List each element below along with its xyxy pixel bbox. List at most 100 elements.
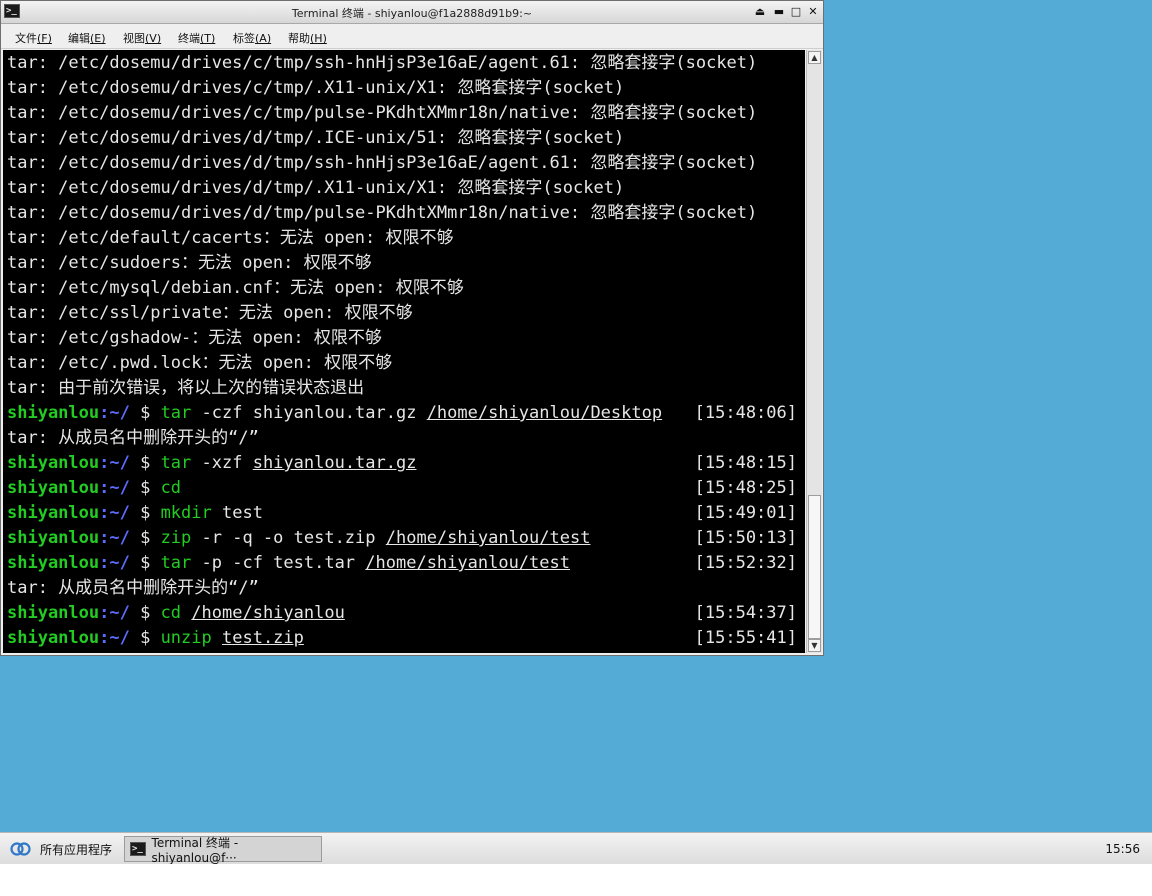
menu-label: 文件 <box>15 32 37 45</box>
command-name: zip <box>160 528 192 548</box>
command-path-arg: shiyanlou.tar.gz <box>252 453 417 473</box>
terminal-output-line: tar: /etc/default/cacerts：无法 open: 权限不够 <box>7 228 454 248</box>
command-timestamp: [15:54:37] <box>694 603 797 623</box>
command-path-arg: /home/shiyanlou/test <box>385 528 591 548</box>
command-path-arg: /home/shiyanlou/test <box>365 553 570 573</box>
prompt-user: shiyanlou <box>7 528 100 548</box>
command-path-arg: /home/shiyanlou/Desktop <box>426 403 663 423</box>
menu-item-3[interactable]: 终端(T) <box>178 30 215 46</box>
terminal-output-line: tar: 从成员名中删除开头的“/” <box>7 428 259 448</box>
menu-label: 终端 <box>178 32 200 45</box>
command-path-arg: test.zip <box>222 628 304 648</box>
maximize-icon[interactable]: □ <box>789 5 803 19</box>
command-name: tar <box>160 553 192 573</box>
prompt-path: :~/ <box>99 453 130 473</box>
command-args <box>212 628 222 648</box>
command-name: tar <box>160 453 192 473</box>
prompt-user: shiyanlou <box>7 478 100 498</box>
prompt-path: :~/ <box>99 603 130 623</box>
scroll-up-arrow-icon[interactable]: ▲ <box>808 51 821 64</box>
terminal-output-line: tar: /etc/dosemu/drives/d/tmp/pulse-PKdh… <box>7 203 758 223</box>
prompt-symbol: $ <box>129 628 161 648</box>
command-timestamp: [15:55:41] <box>694 628 797 648</box>
menu-item-0[interactable]: 文件(F) <box>15 30 52 46</box>
command-timestamp: [15:48:25] <box>694 478 797 498</box>
command-timestamp: [15:50:13] <box>694 528 797 548</box>
prompt-path: :~/ <box>99 628 130 648</box>
command-timestamp: [15:52:32] <box>694 553 797 573</box>
terminal-command-line: shiyanlou:~/ $ tar -czf shiyanlou.tar.gz… <box>7 401 662 426</box>
shade-icon[interactable]: ⏏ <box>753 5 767 19</box>
terminal-output-line: tar: 由于前次错误，将以上次的错误状态退出 <box>7 378 365 398</box>
command-args: test <box>211 503 263 523</box>
command-name: unzip <box>160 628 212 648</box>
terminal-scrollbar[interactable]: ▲ ▼ <box>806 50 822 653</box>
command-name: cd <box>160 478 182 498</box>
command-args: -czf shiyanlou.tar.gz <box>191 403 427 423</box>
command-args: -p -cf test.tar <box>191 553 366 573</box>
prompt-symbol: $ <box>129 503 161 523</box>
command-name: mkdir <box>160 503 212 523</box>
command-args <box>181 603 191 623</box>
menu-accelerator: (H) <box>310 32 327 45</box>
menu-label: 帮助 <box>288 32 310 45</box>
menu-item-4[interactable]: 标签(A) <box>233 30 271 46</box>
window-titlebar[interactable]: >_ Terminal 终端 - shiyanlou@f1a2888d91b9:… <box>1 1 823 24</box>
prompt-path: :~/ <box>99 503 130 523</box>
terminal-command-line: shiyanlou:~/ $ tar -xzf shiyanlou.tar.gz <box>7 451 416 476</box>
terminal-output-line: tar: /etc/.pwd.lock：无法 open: 权限不够 <box>7 353 393 373</box>
taskbar-terminal-label: Terminal 终端 - shiyanlou@f··· <box>151 835 239 865</box>
taskbar-terminal-button[interactable]: >_ Terminal 终端 - shiyanlou@f··· <box>124 835 322 865</box>
command-timestamp: [15:48:06] <box>694 403 797 423</box>
scrollbar-thumb[interactable] <box>808 495 821 639</box>
scroll-down-arrow-icon[interactable]: ▼ <box>808 639 821 652</box>
prompt-path: :~/ <box>99 553 130 573</box>
prompt-symbol: $ <box>129 603 161 623</box>
terminal-output[interactable]: tar: /etc/dosemu/drives/c/tmp/ssh-hnHjsP… <box>3 50 805 653</box>
terminal-output-line: tar: /etc/ssl/private：无法 open: 权限不够 <box>7 303 413 323</box>
command-name: cd <box>160 603 182 623</box>
screen-bottom-strip <box>0 864 1152 896</box>
menu-accelerator: (F) <box>37 32 52 45</box>
close-icon[interactable]: ✕ <box>806 5 820 19</box>
command-timestamp: [15:48:15] <box>694 453 797 473</box>
menubar: 文件(F) 编辑(E) 视图(V) 终端(T) 标签(A) 帮助(H) <box>1 24 823 49</box>
taskbar: 所有应用程序 >_ Terminal 终端 - shiyanlou@f··· 1… <box>0 832 1152 865</box>
minimize-icon[interactable]: ▬ <box>772 5 786 19</box>
prompt-symbol: $ <box>129 453 161 473</box>
terminal-command-line: shiyanlou:~/ $ mkdir test <box>7 501 263 526</box>
menu-label: 编辑 <box>68 32 90 45</box>
command-path-arg: /home/shiyanlou <box>191 603 345 623</box>
menu-item-2[interactable]: 视图(V) <box>123 30 161 46</box>
menu-item-1[interactable]: 编辑(E) <box>68 30 106 46</box>
prompt-user: shiyanlou <box>7 603 100 623</box>
prompt-path: :~/ <box>99 403 130 423</box>
command-args: -r -q -o test.zip <box>191 528 386 548</box>
command-timestamp: [15:49:01] <box>694 503 797 523</box>
applications-menu-button[interactable]: 所有应用程序 <box>4 837 118 861</box>
terminal-output-line: tar: 从成员名中删除开头的“/” <box>7 578 259 598</box>
menu-accelerator: (V) <box>145 32 162 45</box>
terminal-output-line: tar: /etc/gshadow-：无法 open: 权限不够 <box>7 328 382 348</box>
prompt-user: shiyanlou <box>7 553 100 573</box>
terminal-output-line: tar: /etc/dosemu/drives/c/tmp/.X11-unix/… <box>7 78 625 98</box>
prompt-symbol: $ <box>129 553 161 573</box>
terminal-command-line: shiyanlou:~/ $ cd <box>7 476 181 501</box>
prompt-symbol: $ <box>129 403 161 423</box>
menu-label: 视图 <box>123 32 145 45</box>
prompt-user: shiyanlou <box>7 503 100 523</box>
command-name: tar <box>160 403 192 423</box>
prompt-symbol: $ <box>129 478 161 498</box>
terminal-output-line: tar: /etc/mysql/debian.cnf：无法 open: 权限不够 <box>7 278 464 298</box>
menu-label: 标签 <box>233 32 255 45</box>
terminal-command-line: shiyanlou:~/ $ unzip test.zip <box>7 626 304 651</box>
terminal-output-line: tar: /etc/dosemu/drives/d/tmp/.X11-unix/… <box>7 178 625 198</box>
menu-item-5[interactable]: 帮助(H) <box>288 30 327 46</box>
menu-accelerator: (A) <box>255 32 272 45</box>
menu-accelerator: (E) <box>90 32 106 45</box>
prompt-user: shiyanlou <box>7 403 100 423</box>
terminal-task-icon: >_ <box>130 842 146 856</box>
clock[interactable]: 15:56 <box>1105 842 1140 856</box>
window-title: Terminal 终端 - shiyanlou@f1a2888d91b9:~ <box>291 7 533 20</box>
terminal-output-line: tar: /etc/dosemu/drives/c/tmp/ssh-hnHjsP… <box>7 53 758 73</box>
